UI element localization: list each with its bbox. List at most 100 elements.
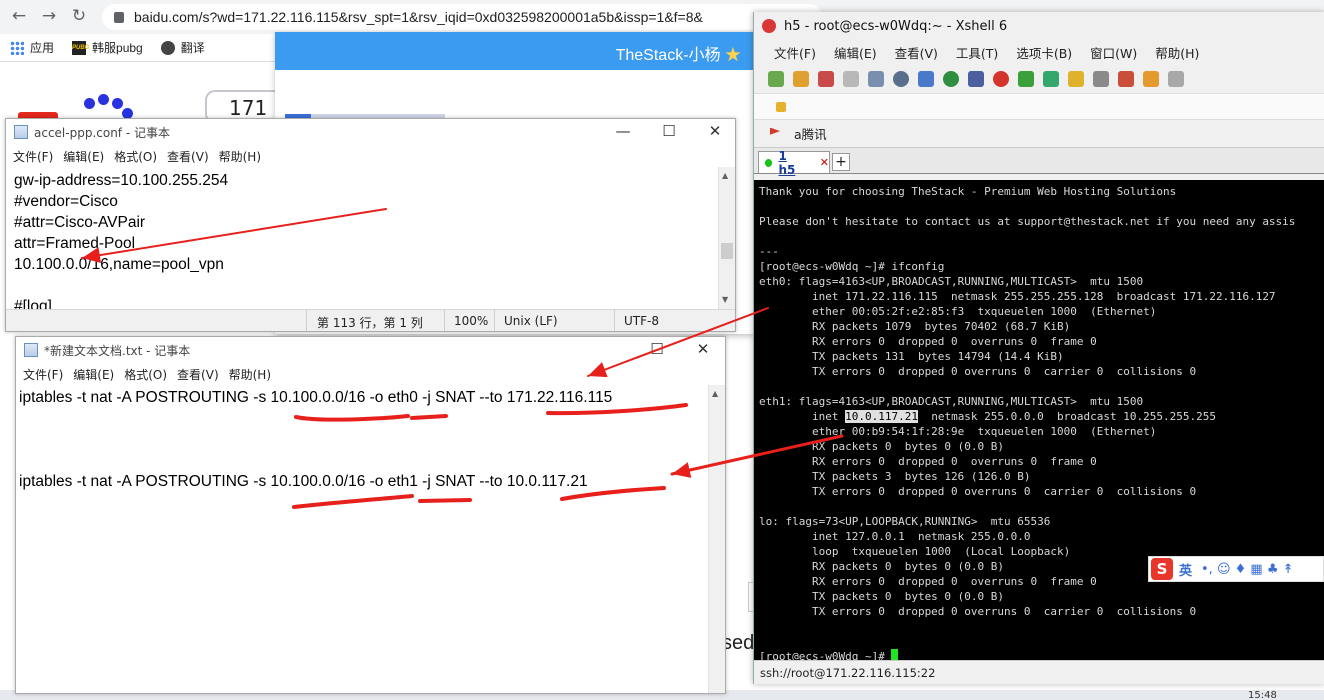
menu-format[interactable]: 格式(O) (124, 366, 167, 383)
address-bar[interactable]: baidu.com/s?wd=171.22.116.115&rsv_spt=1&… (102, 4, 822, 30)
xftp-icon[interactable] (993, 70, 1009, 87)
highlight-icon[interactable] (1118, 70, 1134, 87)
globe-icon[interactable] (943, 70, 959, 87)
search-icon[interactable] (893, 70, 909, 87)
bookmark-translate[interactable]: 翻译 (160, 39, 205, 56)
window-title: h5 - root@ecs-w0Wdq:~ - Xshell 6 (784, 18, 1008, 34)
menu-edit[interactable]: 编辑(E) (63, 148, 104, 165)
xmanager-icon[interactable] (1018, 70, 1034, 87)
menu-format[interactable]: 格式(O) (114, 148, 157, 165)
menu-tools[interactable]: 工具(T) (956, 43, 998, 62)
reload-icon[interactable]: ↻ (68, 6, 90, 26)
terminal-cursor (891, 649, 899, 660)
layout-icon[interactable] (1168, 70, 1184, 87)
menu-edit[interactable]: 编辑(E) (834, 43, 877, 62)
keyboard-icon[interactable] (1093, 70, 1109, 87)
notepad-accel-ppp: accel-ppp.conf - 记事本 — ☐ ✕ 文件(F) 编辑(E) 格… (5, 118, 736, 332)
page-text-fragment: sed (722, 632, 755, 654)
vertical-scrollbar[interactable]: ▲ ▼ (718, 167, 735, 311)
apps-icon (10, 40, 24, 55)
menu-view[interactable]: 查看(V) (895, 43, 938, 62)
highlighted-ip: 10.0.117.21 (845, 410, 918, 423)
fullscreen-icon[interactable] (1043, 70, 1059, 87)
menu-bar: 文件(F) 编辑(E) 查看(V) 工具(T) 选项卡(B) 窗口(W) 帮助(… (754, 40, 1324, 64)
lock-icon (776, 102, 786, 112)
status-bar: 第 113 行，第 1 列 100% Unix (LF) UTF-8 (6, 309, 735, 331)
terminal-line: TX packets 131 bytes 14794 (14.4 KiB) (759, 350, 1064, 363)
scroll-up-icon[interactable]: ▲ (722, 171, 728, 180)
window-titlebar: h5 - root@ecs-w0Wdq:~ - Xshell 6 (754, 12, 1324, 40)
reconnect-icon[interactable] (843, 70, 859, 87)
maximize-button[interactable]: ☐ (634, 340, 680, 358)
menu-view[interactable]: 查看(V) (177, 366, 219, 383)
open-folder-icon[interactable] (793, 70, 809, 87)
menu-help[interactable]: 帮助(H) (1155, 43, 1199, 62)
terminal-line: Please don't hesitate to contact us at s… (759, 215, 1296, 228)
ime-toolbar[interactable]: S 英 •, ☺ ♦ ▦ ♣ ↟ (1148, 556, 1324, 582)
new-session-icon[interactable] (768, 70, 784, 87)
ime-mode[interactable]: 英 (1179, 560, 1192, 579)
menu-file[interactable]: 文件(F) (774, 43, 816, 62)
scroll-down-icon[interactable]: ▼ (722, 295, 728, 304)
tab-close-icon[interactable]: ✕ (820, 156, 829, 169)
properties-icon[interactable] (868, 70, 884, 87)
menu-edit[interactable]: 编辑(E) (73, 366, 114, 383)
lock-icon[interactable] (1068, 70, 1084, 87)
terminal-output[interactable]: Thank you for choosing TheStack - Premiu… (754, 180, 1324, 660)
encoding: UTF-8 (624, 314, 659, 328)
star-icon: ★ (724, 47, 741, 64)
close-button[interactable]: ✕ (680, 340, 725, 358)
cursor-position: 第 113 行，第 1 列 (317, 316, 423, 330)
menu-tabs[interactable]: 选项卡(B) (1016, 43, 1072, 62)
terminal-line: inet 10.0.117.21 netmask 255.0.0.0 broad… (759, 410, 1216, 423)
maximize-button[interactable]: ☐ (646, 122, 692, 140)
menu-file[interactable]: 文件(F) (13, 148, 53, 165)
vertical-scrollbar[interactable]: ▲ (708, 385, 725, 693)
close-button[interactable]: ✕ (692, 122, 735, 140)
terminal-line: --- (759, 245, 779, 258)
address-bar[interactable] (754, 94, 1324, 120)
status-bar: ssh://root@171.22.116.115:22 (754, 660, 1324, 684)
terminal-line: RX packets 0 bytes 0 (0.0 B) (759, 440, 1005, 453)
zoom-level: 100% (454, 314, 489, 328)
disconnect-icon[interactable] (818, 70, 834, 87)
ime-tool-icons[interactable]: •, ☺ ♦ ▦ ♣ ↟ (1201, 562, 1294, 577)
terminal-line: eth1: flags=4163<UP,BROADCAST,RUNNING,MU… (759, 395, 1144, 408)
terminal-line: TX packets 0 bytes 0 (0.0 B) (759, 590, 1005, 603)
menu-bar: 文件(F) 编辑(E) 格式(O) 查看(V) 帮助(H) (16, 363, 725, 385)
editor-line: iptables -t nat -A POSTROUTING -s 10.100… (19, 473, 588, 490)
editor-area[interactable]: iptables -t nat -A POSTROUTING -s 10.100… (16, 385, 709, 693)
scroll-up-icon[interactable]: ▲ (712, 389, 718, 398)
terminal-line: inet 127.0.0.1 netmask 255.0.0.0 (759, 530, 1031, 543)
terminal-line: [root@ecs-w0Wdq ~]# (759, 649, 1324, 660)
editor-area[interactable]: gw-ip-address=10.100.255.254 #vendor=Cis… (6, 167, 719, 311)
new-tab-button[interactable]: + (832, 153, 850, 171)
transfer-icon[interactable] (918, 70, 934, 87)
bookmark-pubg[interactable]: PUBG 韩服pubg (72, 39, 143, 56)
line-ending: Unix (LF) (504, 314, 558, 328)
menu-view[interactable]: 查看(V) (167, 148, 209, 165)
menu-window[interactable]: 窗口(W) (1090, 43, 1137, 62)
font-icon[interactable] (968, 70, 984, 87)
compose-icon[interactable] (1143, 70, 1159, 87)
forward-icon[interactable]: → (38, 6, 60, 26)
connected-status-icon (765, 158, 773, 167)
scroll-thumb[interactable] (721, 243, 733, 259)
xshell-window: h5 - root@ecs-w0Wdq:~ - Xshell 6 文件(F) 编… (753, 12, 1324, 684)
tab-h5[interactable]: 1 h5 ✕ (758, 149, 830, 177)
notepad-new-text: *新建文本文档.txt - 记事本 ☐ ✕ 文件(F) 编辑(E) 格式(O) … (15, 336, 726, 694)
menu-file[interactable]: 文件(F) (23, 366, 63, 383)
editor-line: attr=Framed-Pool (14, 235, 136, 252)
terminal-line: RX packets 1079 bytes 70402 (68.7 KiB) (759, 320, 1071, 333)
terminal-line: TX errors 0 dropped 0 overruns 0 carrier… (759, 485, 1197, 498)
link-tencent[interactable]: a腾讯 (794, 124, 827, 143)
menu-help[interactable]: 帮助(H) (229, 366, 271, 383)
menu-help[interactable]: 帮助(H) (219, 148, 261, 165)
bookmark-apps[interactable]: 应用 (10, 39, 54, 56)
terminal-line: RX errors 0 dropped 0 overruns 0 frame 0 (759, 455, 1097, 468)
terminal-line: eth0: flags=4163<UP,BROADCAST,RUNNING,MU… (759, 275, 1144, 288)
back-icon[interactable]: ← (8, 6, 30, 26)
tab-bar: 1 h5 ✕ + (754, 148, 1324, 177)
minimize-button[interactable]: — (600, 122, 646, 140)
